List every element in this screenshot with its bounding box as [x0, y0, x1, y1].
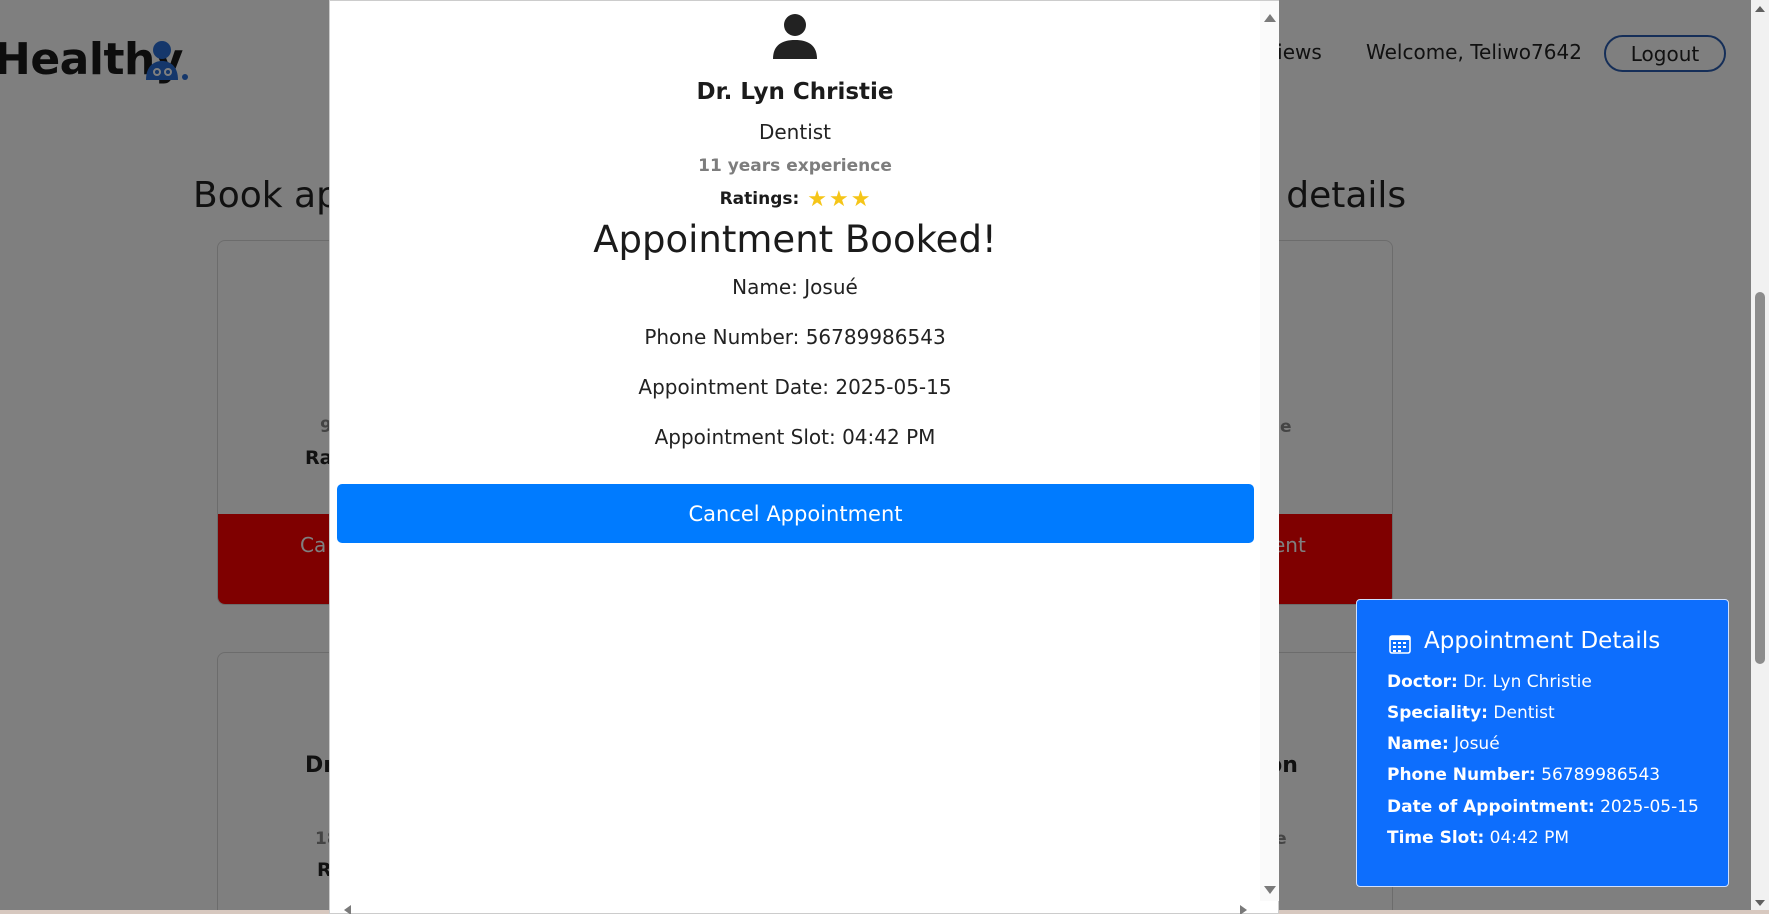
- booked-title: Appointment Booked!: [593, 218, 997, 261]
- detail-label: Name:: [1387, 734, 1449, 754]
- star-icon: ★: [828, 187, 849, 212]
- star-icon: ★: [807, 187, 827, 212]
- scroll-down-icon[interactable]: [1755, 900, 1765, 906]
- scroll-left-icon[interactable]: [344, 905, 351, 914]
- page-scrollbar[interactable]: [1751, 0, 1769, 914]
- calendar-icon: [1389, 635, 1411, 654]
- appointment-modal: Dr. Lyn Christie Dentist 11 years experi…: [329, 0, 1279, 914]
- detail-value: Josué: [1454, 734, 1500, 754]
- star-icon: ★: [850, 187, 871, 212]
- page-scroll-thumb[interactable]: [1755, 292, 1765, 664]
- modal-content: Dr. Lyn Christie Dentist 11 years experi…: [330, 1, 1260, 901]
- detail-label: Phone Number:: [1387, 765, 1536, 785]
- appointment-date: Appointment Date: 2025-05-15: [638, 375, 952, 399]
- details-title: Appointment Details: [1424, 628, 1661, 654]
- detail-label: Time Slot:: [1387, 828, 1485, 848]
- doctor-speciality: Dentist: [758, 120, 832, 144]
- doctor-ratings: Ratings: ★★★: [330, 187, 1260, 212]
- appointment-details-panel: Appointment Details Doctor: Dr. Lyn Chri…: [1356, 599, 1729, 887]
- scroll-right-icon[interactable]: [1240, 905, 1247, 914]
- cancel-appointment-button[interactable]: Cancel Appointment: [337, 484, 1254, 543]
- detail-label: Speciality:: [1387, 703, 1488, 723]
- modal-scrollbar[interactable]: [1260, 1, 1279, 901]
- detail-doctor: Doctor: Dr. Lyn Christie: [1387, 672, 1592, 692]
- scroll-up-icon[interactable]: [1264, 14, 1276, 22]
- patient-phone: Phone Number: 56789986543: [644, 325, 946, 349]
- detail-slot: Time Slot: 04:42 PM: [1387, 828, 1569, 848]
- detail-value: 2025-05-15: [1600, 797, 1699, 817]
- detail-value: Dr. Lyn Christie: [1463, 672, 1592, 692]
- doctor-experience: 11 years experience: [698, 156, 892, 176]
- detail-label: Doctor:: [1387, 672, 1458, 692]
- detail-label: Date of Appointment:: [1387, 797, 1595, 817]
- user-icon: [773, 14, 817, 59]
- patient-name: Name: Josué: [732, 275, 858, 299]
- detail-name: Name: Josué: [1387, 734, 1500, 754]
- doctor-name: Dr. Lyn Christie: [696, 79, 894, 105]
- appointment-slot: Appointment Slot: 04:42 PM: [654, 425, 936, 449]
- detail-value: Dentist: [1493, 703, 1555, 723]
- detail-date: Date of Appointment: 2025-05-15: [1387, 797, 1699, 817]
- detail-phone: Phone Number: 56789986543: [1387, 765, 1660, 785]
- scroll-down-icon[interactable]: [1264, 886, 1276, 894]
- detail-value: 56789986543: [1541, 765, 1661, 785]
- scroll-up-icon[interactable]: [1755, 6, 1765, 12]
- detail-value: 04:42 PM: [1489, 828, 1569, 848]
- ratings-label: Ratings:: [719, 189, 800, 209]
- detail-speciality: Speciality: Dentist: [1387, 703, 1555, 723]
